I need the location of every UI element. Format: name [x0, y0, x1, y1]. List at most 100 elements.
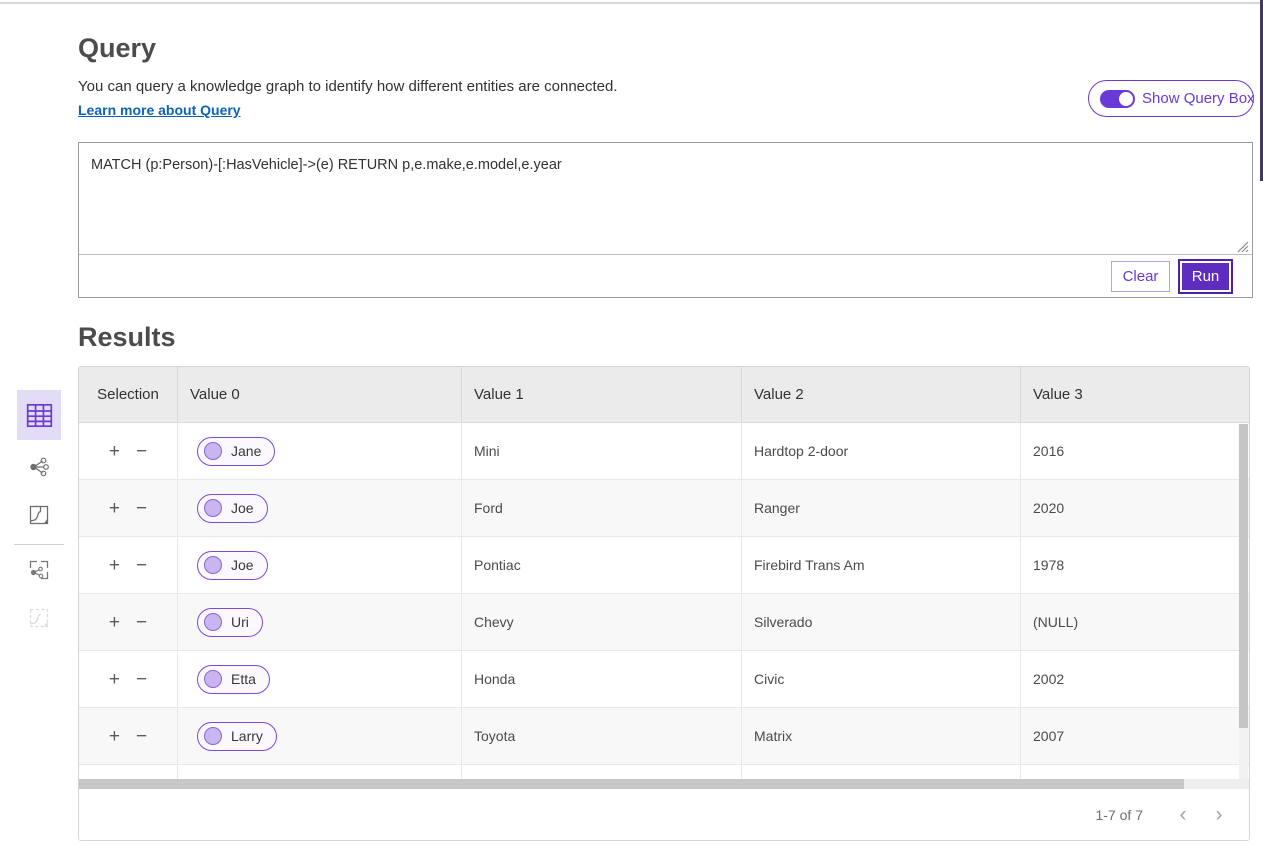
- query-panel: MATCH (p:Person)-[:HasVehicle]->(e) RETU…: [78, 142, 1253, 298]
- column-header-value3: Value 3: [1020, 367, 1249, 422]
- results-view-sidebar: [13, 390, 65, 638]
- select-add-button[interactable]: +: [109, 556, 120, 575]
- entity-chip[interactable]: Uri: [197, 608, 263, 637]
- entity-chip[interactable]: Joe: [197, 494, 268, 523]
- run-button-focus-ring: Run: [1178, 259, 1233, 294]
- select-add-button[interactable]: +: [109, 442, 120, 461]
- value-cell: 1978: [1020, 537, 1249, 593]
- show-query-box-toggle[interactable]: Show Query Box: [1088, 80, 1254, 117]
- entity-chip[interactable]: Larry: [197, 722, 277, 751]
- select-remove-button[interactable]: −: [136, 613, 147, 632]
- table-row-partial: [79, 765, 1249, 780]
- entity-chip[interactable]: Etta: [197, 665, 270, 694]
- value-cell: Ford: [461, 480, 741, 536]
- table-row: + − Etta Honda Civic 2002: [79, 651, 1249, 708]
- page-description: You can query a knowledge graph to ident…: [78, 78, 618, 95]
- map-icon: [27, 503, 51, 527]
- table-footer: 1-7 of 7 ‹ ›: [79, 789, 1249, 840]
- entity-label: Etta: [231, 671, 256, 687]
- entity-label: Larry: [231, 728, 263, 744]
- column-header-value1: Value 1: [461, 367, 741, 422]
- table-row: + − Larry Toyota Matrix 2007: [79, 708, 1249, 765]
- table-icon: [26, 403, 53, 428]
- results-table: Selection Value 0 Value 1 Value 2 Value …: [78, 366, 1250, 841]
- entity-label: Joe: [231, 557, 254, 573]
- entity-cell: Etta: [177, 651, 461, 707]
- add-to-link-chart-button[interactable]: [17, 550, 61, 590]
- value-cell: Honda: [461, 651, 741, 707]
- table-row: + − Uri Chevy Silverado (NULL): [79, 594, 1249, 651]
- entity-cell: Larry: [177, 708, 461, 764]
- entity-node-icon: [204, 556, 222, 574]
- selection-cell: + −: [79, 480, 177, 536]
- add-to-map-icon: [27, 606, 51, 630]
- column-header-value0: Value 0: [177, 367, 461, 422]
- chevron-right-icon: ›: [1216, 803, 1223, 827]
- entity-cell: Joe: [177, 480, 461, 536]
- value-cell: Chevy: [461, 594, 741, 650]
- add-to-link-chart-icon: [27, 558, 51, 582]
- table-view-button[interactable]: [17, 390, 61, 440]
- learn-more-link[interactable]: Learn more about Query: [78, 102, 241, 118]
- top-divider: [0, 2, 1263, 4]
- pagination-label: 1-7 of 7: [1096, 807, 1143, 823]
- select-add-button[interactable]: +: [109, 499, 120, 518]
- entity-node-icon: [204, 499, 222, 517]
- selection-cell: + −: [79, 537, 177, 593]
- entity-node-icon: [204, 613, 222, 631]
- entity-label: Joe: [231, 500, 254, 516]
- table-row: + − Joe Ford Ranger 2020: [79, 480, 1249, 537]
- select-add-button[interactable]: +: [109, 613, 120, 632]
- value-cell: 2016: [1020, 423, 1249, 479]
- value-cell: Mini: [461, 423, 741, 479]
- table-header-row: Selection Value 0 Value 1 Value 2 Value …: [79, 367, 1249, 423]
- value-cell: 2007: [1020, 708, 1249, 764]
- select-remove-button[interactable]: −: [136, 442, 147, 461]
- entity-chip[interactable]: Joe: [197, 551, 268, 580]
- value-cell: Pontiac: [461, 537, 741, 593]
- selection-cell: + −: [79, 651, 177, 707]
- map-view-button[interactable]: [17, 495, 61, 535]
- add-to-map-button-disabled: [17, 598, 61, 638]
- value-cell: Toyota: [461, 708, 741, 764]
- column-header-value2: Value 2: [741, 367, 1020, 422]
- value-cell: Matrix: [741, 708, 1020, 764]
- clear-button[interactable]: Clear: [1111, 261, 1170, 292]
- vertical-scroll-thumb[interactable]: [1239, 424, 1248, 728]
- sidebar-divider: [14, 544, 64, 545]
- query-page: Query You can query a knowledge graph to…: [0, 0, 1263, 847]
- value-cell: Firebird Trans Am: [741, 537, 1020, 593]
- column-header-selection: Selection: [79, 367, 177, 422]
- select-remove-button[interactable]: −: [136, 556, 147, 575]
- selection-cell: + −: [79, 423, 177, 479]
- select-add-button[interactable]: +: [109, 727, 120, 746]
- value-cell: Ranger: [741, 480, 1020, 536]
- selection-cell: + −: [79, 708, 177, 764]
- query-input[interactable]: MATCH (p:Person)-[:HasVehicle]->(e) RETU…: [79, 143, 1250, 255]
- value-cell: Hardtop 2-door: [741, 423, 1020, 479]
- entity-node-icon: [204, 670, 222, 688]
- table-row: + − Joe Pontiac Firebird Trans Am 1978: [79, 537, 1249, 594]
- toggle-switch-icon: [1100, 90, 1135, 108]
- value-cell: Silverado: [741, 594, 1020, 650]
- select-remove-button[interactable]: −: [136, 727, 147, 746]
- select-remove-button[interactable]: −: [136, 499, 147, 518]
- table-vertical-scrollbar[interactable]: [1239, 424, 1248, 779]
- results-title: Results: [78, 322, 176, 353]
- link-chart-icon: [27, 455, 51, 479]
- chevron-left-icon: ‹: [1180, 803, 1187, 827]
- link-chart-view-button[interactable]: [17, 447, 61, 487]
- resize-handle-icon[interactable]: [1235, 239, 1249, 253]
- select-add-button[interactable]: +: [109, 670, 120, 689]
- value-cell: 2020: [1020, 480, 1249, 536]
- entity-label: Jane: [231, 443, 261, 459]
- select-remove-button[interactable]: −: [136, 670, 147, 689]
- entity-cell: [177, 765, 461, 780]
- value-cell: Civic: [741, 651, 1020, 707]
- entity-chip[interactable]: Jane: [197, 437, 275, 466]
- pagination-next-button[interactable]: ›: [1201, 797, 1237, 833]
- query-footer: Clear Run: [79, 254, 1252, 297]
- pagination-prev-button[interactable]: ‹: [1165, 797, 1201, 833]
- run-button[interactable]: Run: [1182, 263, 1229, 290]
- entity-cell: Uri: [177, 594, 461, 650]
